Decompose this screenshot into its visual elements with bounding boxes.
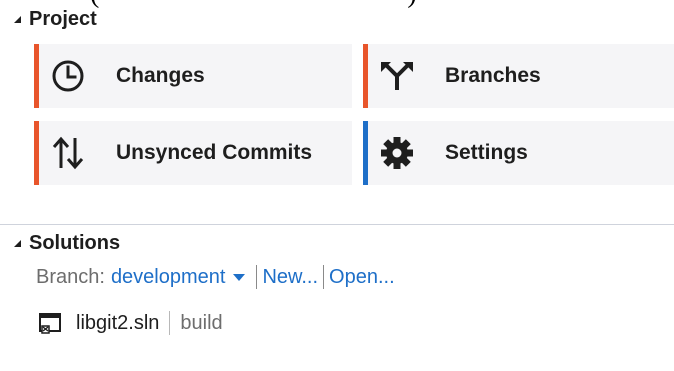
collapse-triangle-icon[interactable] (14, 16, 21, 23)
branches-label: Branches (445, 64, 541, 87)
team-explorer-home: ( ) Project Changes Branches (0, 0, 674, 371)
collapse-triangle-icon[interactable] (14, 240, 21, 247)
solutions-section-header[interactable]: Solutions (14, 232, 120, 255)
solutions-section-title: Solutions (29, 232, 121, 254)
unsynced-commits-tile[interactable]: Unsynced Commits (34, 121, 352, 185)
settings-label: Settings (445, 141, 528, 164)
branch-dropdown[interactable]: development (111, 266, 226, 289)
gear-icon (381, 137, 413, 169)
project-section-title: Project (29, 8, 97, 30)
link-separator (323, 265, 325, 289)
tile-accent-bar (34, 121, 39, 185)
sync-arrows-icon (52, 136, 84, 170)
changes-tile[interactable]: Changes (34, 44, 352, 108)
tile-accent-bar (363, 44, 368, 108)
project-section-header[interactable]: Project (14, 8, 97, 31)
section-divider (0, 224, 674, 225)
branches-tile[interactable]: Branches (363, 44, 674, 108)
tile-accent-bar (34, 44, 39, 108)
unsynced-commits-label: Unsynced Commits (116, 141, 313, 164)
link-separator (256, 265, 258, 289)
branch-row: Branch: development New... Open... (36, 265, 395, 289)
tile-accent-bar (363, 121, 368, 185)
solution-file-icon (39, 313, 61, 334)
open-solution-link[interactable]: Open... (329, 266, 395, 289)
clock-icon (52, 60, 84, 92)
settings-tile[interactable]: Settings (363, 121, 674, 185)
solution-item[interactable]: libgit2.sln build (38, 311, 223, 335)
new-solution-link[interactable]: New... (262, 266, 318, 289)
clipped-top-text: ( ) (90, 0, 417, 10)
changes-label: Changes (116, 64, 205, 87)
branch-icon (381, 62, 413, 90)
solution-separator (169, 311, 171, 335)
solution-name[interactable]: libgit2.sln (76, 312, 159, 335)
chevron-down-icon[interactable] (233, 273, 246, 281)
solution-config: build (180, 311, 223, 334)
branch-label: Branch: (36, 265, 105, 288)
